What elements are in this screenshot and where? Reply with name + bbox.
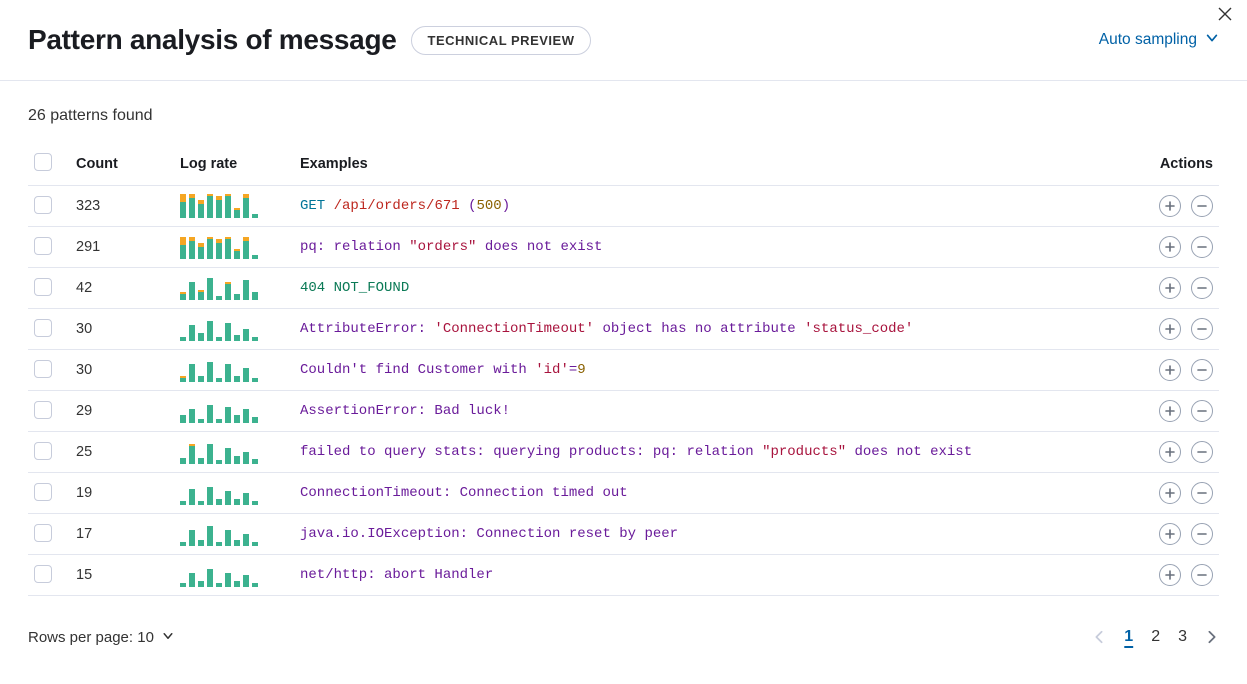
- filter-in-button[interactable]: [1159, 523, 1181, 545]
- filter-in-button[interactable]: [1159, 400, 1181, 422]
- page-number-1[interactable]: 1: [1124, 628, 1133, 646]
- next-page-button[interactable]: [1205, 630, 1219, 644]
- count-cell: 29: [70, 391, 174, 432]
- table-row: 323 GET /api/orders/671 (500): [28, 186, 1219, 227]
- example-cell[interactable]: 404 NOT_FOUND: [294, 268, 1129, 309]
- row-checkbox[interactable]: [34, 196, 52, 214]
- row-checkbox[interactable]: [34, 524, 52, 542]
- row-checkbox[interactable]: [34, 360, 52, 378]
- pagination: 123: [1092, 628, 1219, 646]
- filter-out-button[interactable]: [1191, 318, 1213, 340]
- lograte-sparkline: [174, 432, 294, 473]
- table-row: 29 AssertionError: Bad luck!: [28, 391, 1219, 432]
- lograte-sparkline: [174, 350, 294, 391]
- filter-out-button[interactable]: [1191, 400, 1213, 422]
- table-footer: Rows per page: 10 123: [0, 612, 1247, 668]
- lograte-sparkline: [174, 391, 294, 432]
- col-actions: Actions: [1129, 145, 1219, 186]
- row-checkbox[interactable]: [34, 483, 52, 501]
- preview-badge: TECHNICAL PREVIEW: [411, 26, 592, 55]
- filter-in-button[interactable]: [1159, 277, 1181, 299]
- table-row: 30 Couldn't find Customer with 'id'=9: [28, 350, 1219, 391]
- sampling-dropdown[interactable]: Auto sampling: [1099, 31, 1219, 50]
- lograte-sparkline: [174, 227, 294, 268]
- lograte-sparkline: [174, 555, 294, 596]
- table-row: 30 AttributeError: 'ConnectionTimeout' ob…: [28, 309, 1219, 350]
- patterns-summary: 26 patterns found: [28, 107, 1219, 125]
- table-row: 17 java.io.IOException: Connection reset …: [28, 514, 1219, 555]
- table-row: 42 404 NOT_FOUND: [28, 268, 1219, 309]
- example-cell[interactable]: failed to query stats: querying products…: [294, 432, 1129, 473]
- row-checkbox[interactable]: [34, 565, 52, 583]
- filter-out-button[interactable]: [1191, 564, 1213, 586]
- filter-out-button[interactable]: [1191, 441, 1213, 463]
- table-row: 15 net/http: abort Handler: [28, 555, 1219, 596]
- filter-in-button[interactable]: [1159, 195, 1181, 217]
- table-row: 19 ConnectionTimeout: Connection timed ou…: [28, 473, 1219, 514]
- prev-page-button[interactable]: [1092, 630, 1106, 644]
- filter-out-button[interactable]: [1191, 277, 1213, 299]
- filter-out-button[interactable]: [1191, 482, 1213, 504]
- example-cell[interactable]: Couldn't find Customer with 'id'=9: [294, 350, 1129, 391]
- col-examples[interactable]: Examples: [294, 145, 1129, 186]
- col-count[interactable]: Count: [70, 145, 174, 186]
- filter-in-button[interactable]: [1159, 236, 1181, 258]
- count-cell: 17: [70, 514, 174, 555]
- sampling-label: Auto sampling: [1099, 31, 1197, 49]
- patterns-table: Count Log rate Examples Actions 323 GET /…: [28, 145, 1219, 596]
- content-area: 26 patterns found Count Log rate Example…: [0, 81, 1247, 612]
- count-cell: 30: [70, 350, 174, 391]
- row-checkbox[interactable]: [34, 237, 52, 255]
- lograte-sparkline: [174, 268, 294, 309]
- example-cell[interactable]: net/http: abort Handler: [294, 555, 1129, 596]
- page-number-2[interactable]: 2: [1151, 628, 1160, 646]
- filter-out-button[interactable]: [1191, 523, 1213, 545]
- count-cell: 25: [70, 432, 174, 473]
- example-cell[interactable]: ConnectionTimeout: Connection timed out: [294, 473, 1129, 514]
- table-row: 291 pq: relation "orders" does not exist: [28, 227, 1219, 268]
- count-cell: 30: [70, 309, 174, 350]
- row-checkbox[interactable]: [34, 401, 52, 419]
- filter-in-button[interactable]: [1159, 482, 1181, 504]
- filter-out-button[interactable]: [1191, 195, 1213, 217]
- lograte-sparkline: [174, 309, 294, 350]
- select-all-checkbox[interactable]: [34, 153, 52, 171]
- example-cell[interactable]: pq: relation "orders" does not exist: [294, 227, 1129, 268]
- count-cell: 291: [70, 227, 174, 268]
- page-number-3[interactable]: 3: [1178, 628, 1187, 646]
- row-checkbox[interactable]: [34, 319, 52, 337]
- lograte-sparkline: [174, 186, 294, 227]
- filter-in-button[interactable]: [1159, 359, 1181, 381]
- example-cell[interactable]: AssertionError: Bad luck!: [294, 391, 1129, 432]
- header-bar: Pattern analysis of message TECHNICAL PR…: [0, 0, 1247, 81]
- lograte-sparkline: [174, 473, 294, 514]
- row-checkbox[interactable]: [34, 442, 52, 460]
- filter-in-button[interactable]: [1159, 564, 1181, 586]
- filter-in-button[interactable]: [1159, 318, 1181, 340]
- page-title: Pattern analysis of message: [28, 24, 397, 56]
- count-cell: 15: [70, 555, 174, 596]
- filter-out-button[interactable]: [1191, 359, 1213, 381]
- rows-per-page-dropdown[interactable]: Rows per page: 10: [28, 629, 174, 646]
- lograte-sparkline: [174, 514, 294, 555]
- close-icon[interactable]: [1217, 6, 1233, 25]
- count-cell: 42: [70, 268, 174, 309]
- count-cell: 323: [70, 186, 174, 227]
- example-cell[interactable]: AttributeError: 'ConnectionTimeout' obje…: [294, 309, 1129, 350]
- example-cell[interactable]: java.io.IOException: Connection reset by…: [294, 514, 1129, 555]
- rows-per-page-label: Rows per page: 10: [28, 629, 154, 646]
- filter-out-button[interactable]: [1191, 236, 1213, 258]
- table-row: 25 failed to query stats: querying produc…: [28, 432, 1219, 473]
- filter-in-button[interactable]: [1159, 441, 1181, 463]
- col-lograte[interactable]: Log rate: [174, 145, 294, 186]
- count-cell: 19: [70, 473, 174, 514]
- chevron-down-icon: [1205, 31, 1219, 50]
- example-cell[interactable]: GET /api/orders/671 (500): [294, 186, 1129, 227]
- chevron-down-icon: [162, 629, 174, 646]
- row-checkbox[interactable]: [34, 278, 52, 296]
